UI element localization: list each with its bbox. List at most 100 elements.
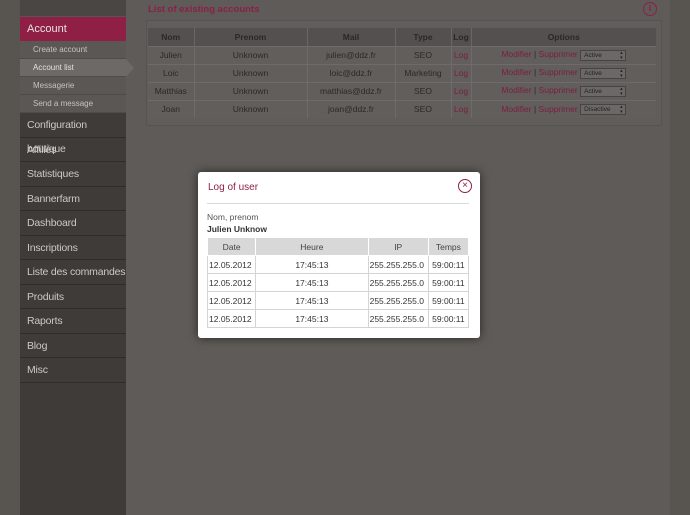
table-row: 12.05.2012 17:45:13 255.255.255.0 59:00:… (206, 309, 470, 328)
delete-link[interactable]: Supprimer (539, 85, 578, 95)
sidebar-item-account[interactable]: Account (20, 17, 126, 41)
modify-link[interactable]: Modifier (501, 85, 531, 95)
column-header: Heure (255, 237, 369, 256)
modal-title: Log of user (208, 182, 259, 193)
sidebar-item-statistiques[interactable]: Statistiques (20, 162, 126, 187)
separator: | (533, 67, 537, 78)
log-link[interactable]: Log (454, 86, 468, 96)
cell-nom: Joan (148, 99, 195, 118)
column-header: Mail (307, 28, 396, 46)
sidebar-item-blog[interactable]: Blog (20, 334, 126, 358)
sidebar-item-produits[interactable]: Produits (20, 285, 126, 309)
sidebar-item-inscriptions[interactable]: Inscriptions (20, 236, 126, 260)
cell-mail: julien@ddz.fr (307, 45, 396, 64)
sidebar-item-bannerfarm[interactable]: Bannerfarm (20, 187, 126, 211)
table-row: Julien Unknown julien@ddz.fr SEO Log Mod… (148, 45, 656, 64)
cell-nom: Loic (148, 63, 195, 82)
cell-temps: 59:00:11 (427, 309, 470, 328)
status-select[interactable]: Active (580, 85, 627, 97)
modify-link[interactable]: Modifier (501, 49, 531, 59)
status-select[interactable]: Active (580, 67, 627, 79)
cell-mail: joan@ddz.fr (307, 99, 396, 118)
log-link[interactable]: Log (454, 50, 468, 60)
modal-divider (207, 203, 469, 204)
sidebar-subitem-messagerie[interactable]: Messagerie (20, 77, 126, 95)
delete-link[interactable]: Supprimer (539, 49, 578, 59)
log-modal: Log of user × Nom, prenom Julien Unknow … (198, 172, 480, 338)
cell-mail: loic@ddz.fr (307, 63, 396, 82)
cell-ip: 255.255.255.0 (367, 291, 429, 310)
cell-ip: 255.255.255.0 (367, 255, 429, 274)
delete-link[interactable]: Supprimer (539, 67, 578, 77)
cell-prenom: Unknown (194, 99, 308, 118)
cell-log: Log (451, 45, 472, 64)
column-header: Temps (427, 237, 470, 256)
column-header: Date (206, 237, 257, 256)
log-link[interactable]: Log (454, 104, 468, 114)
cell-prenom: Unknown (194, 81, 308, 100)
cell-nom: Julien (148, 45, 195, 64)
cell-options: Modifier | Supprimer Active (471, 81, 656, 100)
status-select[interactable]: Disactive (580, 103, 627, 115)
sidebar-item-misc[interactable]: Misc (20, 358, 126, 383)
cell-date: 12.05.2012 (206, 273, 257, 292)
sidebar-subitem-send-message[interactable]: Send a message (20, 95, 126, 113)
table-row: Joan Unknown joan@ddz.fr SEO Log Modifie… (148, 99, 656, 118)
cell-heure: 17:45:13 (255, 255, 369, 274)
cell-nom: Matthias (148, 81, 195, 100)
cell-log: Log (451, 81, 472, 100)
cell-type: Marketing (395, 63, 452, 82)
modify-link[interactable]: Modifier (501, 67, 531, 77)
column-header: Type (395, 28, 452, 46)
cell-date: 12.05.2012 (206, 291, 257, 310)
cell-date: 12.05.2012 (206, 309, 257, 328)
sidebar-item-dashboard[interactable]: Dashboard (20, 211, 126, 236)
user-label: Nom, prenom (207, 212, 259, 222)
cell-temps: 59:00:11 (427, 273, 470, 292)
cell-temps: 59:00:11 (427, 291, 470, 310)
info-icon[interactable]: i (643, 2, 657, 16)
sidebar-subitem-account-list[interactable]: Account list (20, 59, 134, 77)
column-header: Log (451, 28, 472, 46)
table-row: 12.05.2012 17:45:13 255.255.255.0 59:00:… (206, 255, 470, 274)
cell-options: Modifier | Supprimer Active (471, 63, 656, 82)
sidebar-item-affilies[interactable]: Affiliés (20, 138, 126, 162)
column-header: Nom (148, 28, 195, 46)
log-table: Date Heure IP Temps 12.05.2012 17:45:13 … (206, 237, 470, 328)
status-select[interactable]: Active (580, 49, 627, 61)
modify-link[interactable]: Modifier (501, 104, 531, 114)
column-header: IP (367, 237, 429, 256)
separator: | (533, 103, 537, 114)
cell-type: SEO (395, 81, 452, 100)
log-link[interactable]: Log (454, 68, 468, 78)
cell-temps: 59:00:11 (427, 255, 470, 274)
delete-link[interactable]: Supprimer (539, 104, 578, 114)
accounts-table: Nom Prenom Mail Type Log Options Julien … (148, 28, 656, 118)
sidebar-subitem-create-account[interactable]: Create account (20, 41, 126, 59)
sidebar: Account Create account Account list Mess… (20, 0, 134, 515)
sidebar-item-liste-commandes[interactable]: Liste des commandes (20, 260, 126, 285)
cell-date: 12.05.2012 (206, 255, 257, 274)
separator: | (533, 85, 537, 96)
table-row: 12.05.2012 17:45:13 255.255.255.0 59:00:… (206, 291, 470, 310)
cell-type: SEO (395, 45, 452, 64)
table-row: Loic Unknown loic@ddz.fr Marketing Log M… (148, 63, 656, 82)
page-title: List of existing accounts (148, 4, 260, 15)
cell-heure: 17:45:13 (255, 273, 369, 292)
cell-heure: 17:45:13 (255, 291, 369, 310)
separator: | (533, 49, 537, 60)
sidebar-item-configuration-boutique[interactable]: Configuration boutique (20, 113, 126, 155)
cell-prenom: Unknown (194, 45, 308, 64)
close-icon[interactable]: × (458, 179, 472, 193)
sidebar-item-raports[interactable]: Raports (20, 309, 126, 334)
cell-type: SEO (395, 99, 452, 118)
right-margin (670, 0, 690, 515)
cell-heure: 17:45:13 (255, 309, 369, 328)
table-row: Matthias Unknown matthias@ddz.fr SEO Log… (148, 81, 656, 100)
sidebar-top-bar (20, 0, 126, 17)
cell-ip: 255.255.255.0 (367, 273, 429, 292)
cell-log: Log (451, 63, 472, 82)
user-name: Julien Unknow (207, 224, 267, 234)
cell-ip: 255.255.255.0 (367, 309, 429, 328)
left-margin (0, 0, 20, 515)
